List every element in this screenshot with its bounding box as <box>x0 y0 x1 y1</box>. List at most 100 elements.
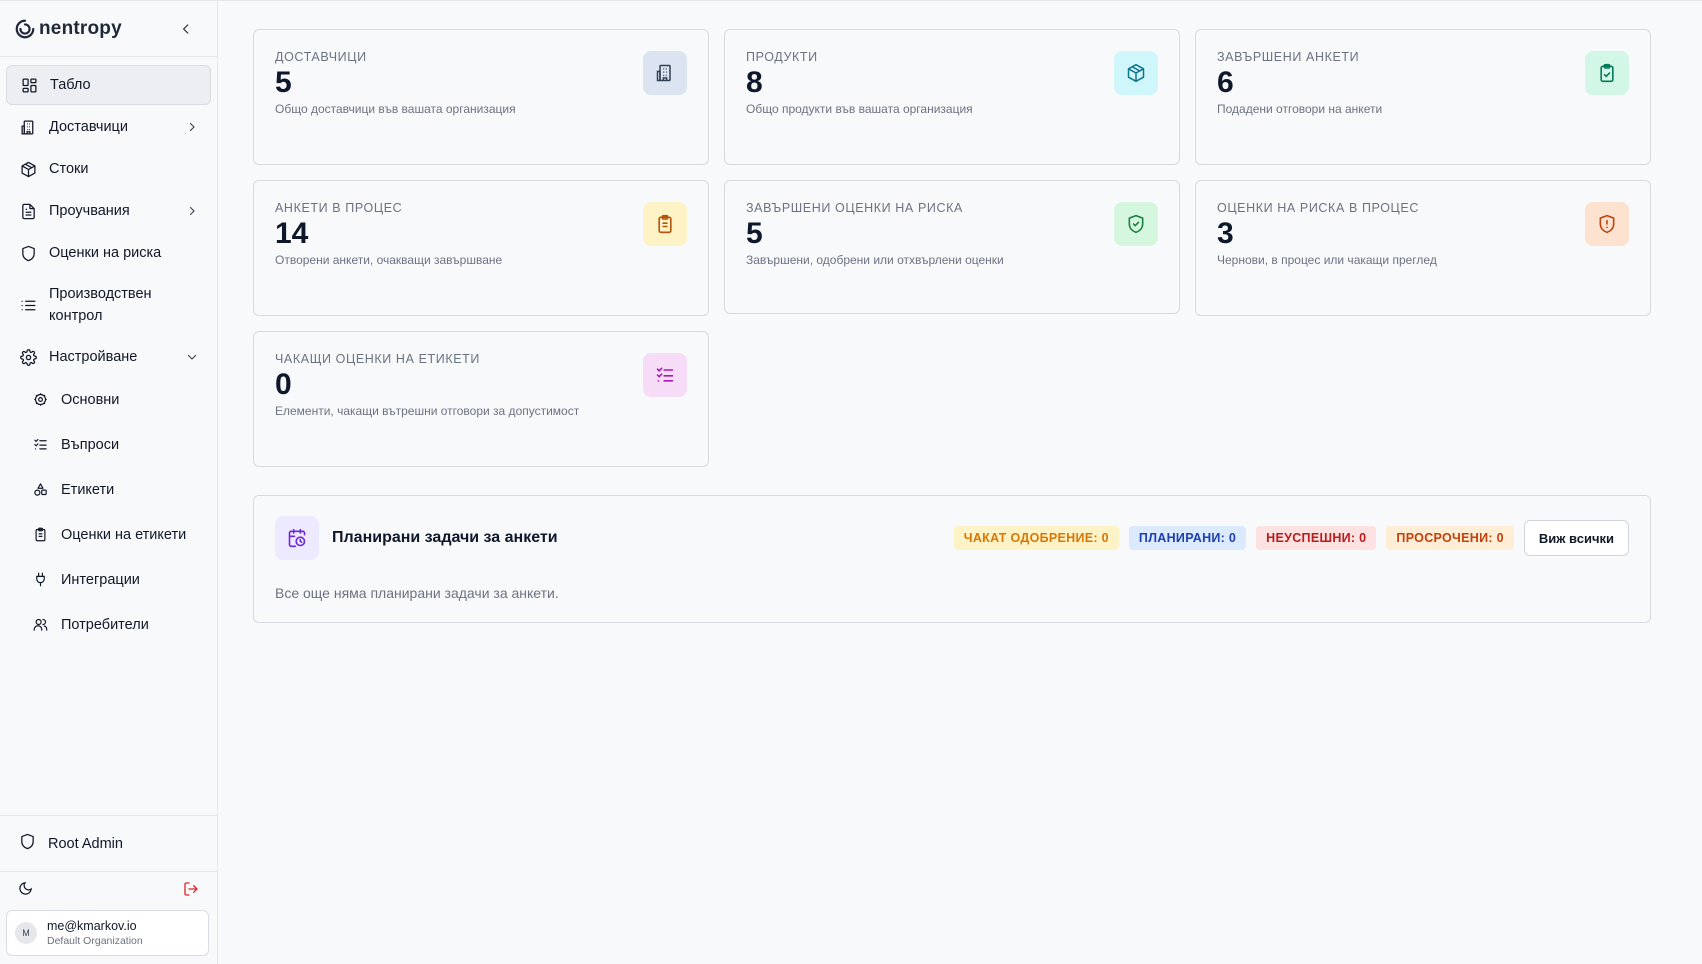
sidebar-item-label: Производствен контрол <box>49 286 152 324</box>
view-all-button[interactable]: Виж всички <box>1523 520 1629 556</box>
stats-grid: ДОСТАВЧИЦИ 5 Общо доставчици във вашата … <box>253 29 1652 467</box>
admin-label: Root Admin <box>48 835 123 852</box>
sidebar-tools <box>0 872 217 910</box>
task-status-pills: ЧАКАТ ОДОБРЕНИЕ: 0 ПЛАНИРАНИ: 0 НЕУСПЕШН… <box>953 520 1629 556</box>
sidebar-item-label: Стоки <box>49 161 89 177</box>
main-nav: Табло Доставчици Стоки Проучвания Оценки… <box>0 57 217 815</box>
sidebar-item-label: Потребители <box>61 616 149 633</box>
stat-value: 3 <box>1217 217 1234 250</box>
stat-description: Подадени отговори на анкети <box>1217 102 1383 116</box>
chevron-right-icon <box>185 120 199 134</box>
calendar-clock-icon <box>275 516 319 560</box>
logo[interactable]: nentropy <box>14 18 122 40</box>
sidebar-item-settings[interactable]: Настройване <box>6 337 211 377</box>
stat-card-surveys-in-progress[interactable]: АНКЕТИ В ПРОЦЕС 14 Отворени анкети, очак… <box>253 180 709 316</box>
logo-icon <box>15 19 35 38</box>
stat-value: 14 <box>275 217 309 250</box>
sidebar-item-label: Оценки на етикети <box>61 526 187 543</box>
stat-title: ЗАВЪРШЕНИ ОЦЕНКИ НА РИСКА <box>746 201 963 215</box>
shield-icon <box>19 244 37 262</box>
building-icon <box>19 118 37 136</box>
package-icon <box>19 160 37 178</box>
sidebar-item-production-control[interactable]: Производствен контрол <box>6 275 211 335</box>
stat-value: 0 <box>275 368 292 401</box>
user-email: me@kmarkov.io <box>47 919 137 933</box>
clipboard-icon <box>643 202 687 246</box>
plug-icon <box>31 571 49 589</box>
sidebar-item-label: Проучвания <box>49 203 130 219</box>
sidebar-footer: Root Admin M me@kmarkov.io Default Organ… <box>0 815 217 964</box>
brand-name: nentropy <box>39 17 122 39</box>
status-badge-scheduled[interactable]: ПЛАНИРАНИ: 0 <box>1128 526 1247 550</box>
sidebar-item-label-assessments[interactable]: Оценки на етикети <box>18 514 211 555</box>
sidebar-item-label: Табло <box>50 77 91 93</box>
tasks-title: Планирани задачи за анкети <box>332 529 558 546</box>
tasks-title-group: Планирани задачи за анкети <box>275 516 558 560</box>
sidebar-item-questions[interactable]: Въпроси <box>18 424 211 465</box>
stat-card-pending-label-assessments[interactable]: ЧАКАЩИ ОЦЕНКИ НА ЕТИКЕТИ 0 Елементи, чак… <box>253 331 709 467</box>
theme-toggle-moon-icon[interactable] <box>18 881 33 901</box>
dashboard-icon <box>20 76 38 94</box>
document-icon <box>19 202 37 220</box>
stat-value: 5 <box>746 217 763 250</box>
checklist-icon <box>643 353 687 397</box>
stat-card-products[interactable]: ПРОДУКТИ 8 Общо продукти във вашата орга… <box>724 29 1180 165</box>
sidebar: nentropy Табло Доставчици Стоки Проучван… <box>0 1 218 964</box>
clipboard-check-icon <box>1585 51 1629 95</box>
shield-alert-icon <box>1585 202 1629 246</box>
sidebar-item-surveys[interactable]: Проучвания <box>6 191 211 231</box>
stat-description: Чернови, в процес или чакащи преглед <box>1217 253 1437 267</box>
chevron-right-icon <box>185 204 199 218</box>
logout-icon[interactable] <box>183 881 199 902</box>
chevron-down-icon <box>185 350 199 364</box>
stat-description: Елементи, чакащи вътрешни отговори за до… <box>275 404 580 418</box>
sidebar-item-risk-assessments[interactable]: Оценки на риска <box>6 233 211 273</box>
sidebar-item-label: Настройване <box>49 349 138 365</box>
building-icon <box>643 51 687 95</box>
sidebar-item-label: Оценки на риска <box>49 245 162 261</box>
sidebar-item-labels[interactable]: Етикети <box>18 469 211 510</box>
shield-icon <box>19 833 36 854</box>
status-badge-pending-approval[interactable]: ЧАКАТ ОДОБРЕНИЕ: 0 <box>953 526 1119 550</box>
sidebar-item-users[interactable]: Потребители <box>18 604 211 645</box>
stat-card-completed-risk-assessments[interactable]: ЗАВЪРШЕНИ ОЦЕНКИ НА РИСКА 5 Завършени, о… <box>724 180 1180 314</box>
stat-card-suppliers[interactable]: ДОСТАВЧИЦИ 5 Общо доставчици във вашата … <box>253 29 709 165</box>
gear-icon <box>31 391 49 409</box>
gear-icon <box>19 348 37 366</box>
shapes-icon <box>31 481 49 499</box>
shield-check-icon <box>1114 202 1158 246</box>
sidebar-item-label: Интеграции <box>61 571 140 588</box>
tasks-header: Планирани задачи за анкети ЧАКАТ ОДОБРЕН… <box>275 516 1629 560</box>
admin-link[interactable]: Root Admin <box>0 816 217 872</box>
stat-description: Отворени анкети, очакващи завършване <box>275 253 503 267</box>
user-card[interactable]: M me@kmarkov.io Default Organization <box>6 910 209 956</box>
brand-bar: nentropy <box>0 1 217 57</box>
chevron-left-icon <box>183 23 189 34</box>
stat-title: ЗАВЪРШЕНИ АНКЕТИ <box>1217 50 1360 64</box>
stat-title: ОЦЕНКИ НА РИСКА В ПРОЦЕС <box>1217 201 1419 215</box>
user-org: Default Organization <box>47 935 143 947</box>
stat-description: Завършени, одобрени или отхвърлени оценк… <box>746 253 1004 267</box>
stat-card-completed-surveys[interactable]: ЗАВЪРШЕНИ АНКЕТИ 6 Подадени отговори на … <box>1195 29 1651 165</box>
stat-value: 5 <box>275 66 292 99</box>
stat-description: Общо доставчици във вашата организация <box>275 102 516 116</box>
stat-value: 8 <box>746 66 763 99</box>
stat-title: ДОСТАВЧИЦИ <box>275 50 367 64</box>
sidebar-item-label: Основни <box>61 391 120 408</box>
sidebar-item-suppliers[interactable]: Доставчици <box>6 107 211 147</box>
sidebar-item-products[interactable]: Стоки <box>6 149 211 189</box>
collapse-sidebar-button[interactable] <box>177 20 195 38</box>
sidebar-item-integrations[interactable]: Интеграции <box>18 559 211 600</box>
stat-title: ПРОДУКТИ <box>746 50 818 64</box>
settings-submenu: Основни Въпроси Етикети Оценки на етикет… <box>6 379 211 645</box>
sidebar-item-dashboard[interactable]: Табло <box>6 65 211 105</box>
status-badge-overdue[interactable]: ПРОСРОЧЕНИ: 0 <box>1386 526 1514 550</box>
stat-title: АНКЕТИ В ПРОЦЕС <box>275 201 403 215</box>
stat-card-risk-assessments-in-progress[interactable]: ОЦЕНКИ НА РИСКА В ПРОЦЕС 3 Чернови, в пр… <box>1195 180 1651 316</box>
sidebar-item-label: Доставчици <box>49 119 128 135</box>
stat-value: 6 <box>1217 66 1234 99</box>
list-icon <box>19 296 37 314</box>
users-icon <box>31 616 49 634</box>
status-badge-failed[interactable]: НЕУСПЕШНИ: 0 <box>1256 526 1377 550</box>
sidebar-item-general[interactable]: Основни <box>18 379 211 420</box>
